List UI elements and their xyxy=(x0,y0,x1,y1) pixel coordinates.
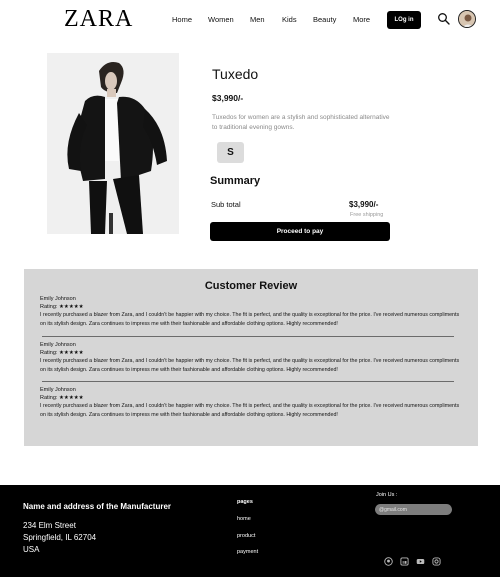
search-icon[interactable] xyxy=(437,12,451,26)
address-line: 234 Elm Street xyxy=(23,521,76,530)
linkedin-icon[interactable] xyxy=(400,557,409,566)
review-item: Emily Johnson Rating: ★★★★★ I recently p… xyxy=(40,387,460,419)
product-price: $3,990/- xyxy=(212,93,244,103)
reviewer-name: Emily Johnson xyxy=(40,387,76,393)
manufacturer-title: Name and address of the Manufacturer xyxy=(23,502,172,511)
review-item: Emily Johnson Rating: ★★★★★ I recently p… xyxy=(40,296,460,328)
address-line: Springfield, IL 62704 xyxy=(23,533,97,542)
customer-review-section: Customer Review Emily Johnson Rating: ★★… xyxy=(24,269,478,446)
nav-more[interactable]: More xyxy=(353,15,370,24)
nav-beauty[interactable]: Beauty xyxy=(313,15,336,24)
nav-men[interactable]: Men xyxy=(250,15,265,24)
login-button[interactable]: LOg in xyxy=(387,11,421,29)
review-text: I recently purchased a blazer from Zara,… xyxy=(40,358,460,373)
footer-link-product[interactable]: product xyxy=(237,533,255,539)
top-navbar: ZARA Home Women Men Kids Beauty More LOg… xyxy=(0,0,500,40)
join-us-label: Join Us : xyxy=(376,492,398,498)
instagram-icon[interactable] xyxy=(432,557,441,566)
footer-link-home[interactable]: home xyxy=(237,516,251,522)
footer-link-payment[interactable]: payment xyxy=(237,549,258,555)
review-rating: Rating: ★★★★★ xyxy=(40,395,84,401)
nav-kids[interactable]: Kids xyxy=(282,15,297,24)
summary-title: Summary xyxy=(210,175,261,187)
review-text: I recently purchased a blazer from Zara,… xyxy=(40,312,460,327)
review-text: I recently purchased a blazer from Zara,… xyxy=(40,403,460,418)
github-icon[interactable] xyxy=(384,557,393,566)
pages-title: pages xyxy=(237,499,253,505)
nav-home[interactable]: Home xyxy=(172,15,192,24)
nav-women[interactable]: Women xyxy=(208,15,234,24)
review-rating: Rating: ★★★★★ xyxy=(40,350,84,356)
reviewer-name: Emily Johnson xyxy=(40,296,76,302)
product-title: Tuxedo xyxy=(212,66,259,82)
product-image xyxy=(47,53,179,234)
address-line: USA xyxy=(23,545,40,554)
size-option-s[interactable]: S xyxy=(217,142,244,163)
product-description: Tuxedos for women are a stylish and soph… xyxy=(212,114,390,131)
review-divider xyxy=(42,336,454,337)
footer: Name and address of the Manufacturer 234… xyxy=(0,485,500,577)
proceed-to-pay-button[interactable]: Proceed to pay xyxy=(210,222,390,241)
email-field[interactable] xyxy=(375,504,452,515)
avatar[interactable] xyxy=(458,10,476,28)
reviewer-name: Emily Johnson xyxy=(40,342,76,348)
zara-logo[interactable]: ZARA xyxy=(64,6,133,33)
reviews-title: Customer Review xyxy=(204,280,298,292)
subtotal-value: $3,990/- xyxy=(349,200,379,209)
review-rating: Rating: ★★★★★ xyxy=(40,304,84,310)
shipping-note: Free shipping xyxy=(350,212,384,218)
review-divider xyxy=(42,381,454,382)
review-item: Emily Johnson Rating: ★★★★★ I recently p… xyxy=(40,342,460,374)
subtotal-label: Sub total xyxy=(211,200,241,209)
youtube-icon[interactable] xyxy=(416,557,425,566)
